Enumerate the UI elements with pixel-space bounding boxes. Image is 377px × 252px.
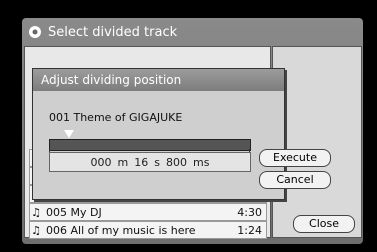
window-title-bar: Select divided track xyxy=(28,22,358,42)
minutes-unit: m xyxy=(117,155,129,169)
time-display: 000 m 16 s 800 ms xyxy=(49,152,251,172)
note-icon: ♫ xyxy=(31,205,41,219)
track-title: 005 My DJ xyxy=(46,205,102,219)
minutes-value: 000 xyxy=(90,155,112,169)
seconds-value: 16 xyxy=(134,155,149,169)
note-icon: ♫ xyxy=(31,223,41,237)
track-name: 001 Theme of GIGAJUKE xyxy=(49,111,183,124)
cancel-button[interactable]: Cancel xyxy=(259,171,331,189)
track-time: 1:24 xyxy=(237,223,262,237)
seconds-unit: s xyxy=(154,155,160,169)
window-title: Select divided track xyxy=(48,24,178,40)
adjust-dialog: Adjust dividing position 001 Theme of GI… xyxy=(32,68,285,200)
millis-value: 800 xyxy=(166,155,187,169)
position-marker[interactable] xyxy=(64,130,74,138)
position-bar[interactable] xyxy=(49,139,251,151)
dialog-title: Adjust dividing position xyxy=(33,69,284,91)
list-item[interactable]: ♫ 005 My DJ 4:30 xyxy=(29,203,267,221)
list-item[interactable]: ♫ 006 All of my music is here 1:24 xyxy=(29,221,267,239)
track-time: 4:30 xyxy=(237,205,262,219)
close-button[interactable]: Close xyxy=(293,215,355,233)
millis-unit: ms xyxy=(193,155,210,169)
side-panel: Close xyxy=(272,46,362,238)
track-title: 006 All of my music is here xyxy=(46,223,196,237)
screen: Select divided track ♫ ♫ ♫ ♫ 005 My DJ 4… xyxy=(22,18,363,244)
execute-button[interactable]: Execute xyxy=(259,149,331,167)
speaker-icon xyxy=(29,26,41,38)
